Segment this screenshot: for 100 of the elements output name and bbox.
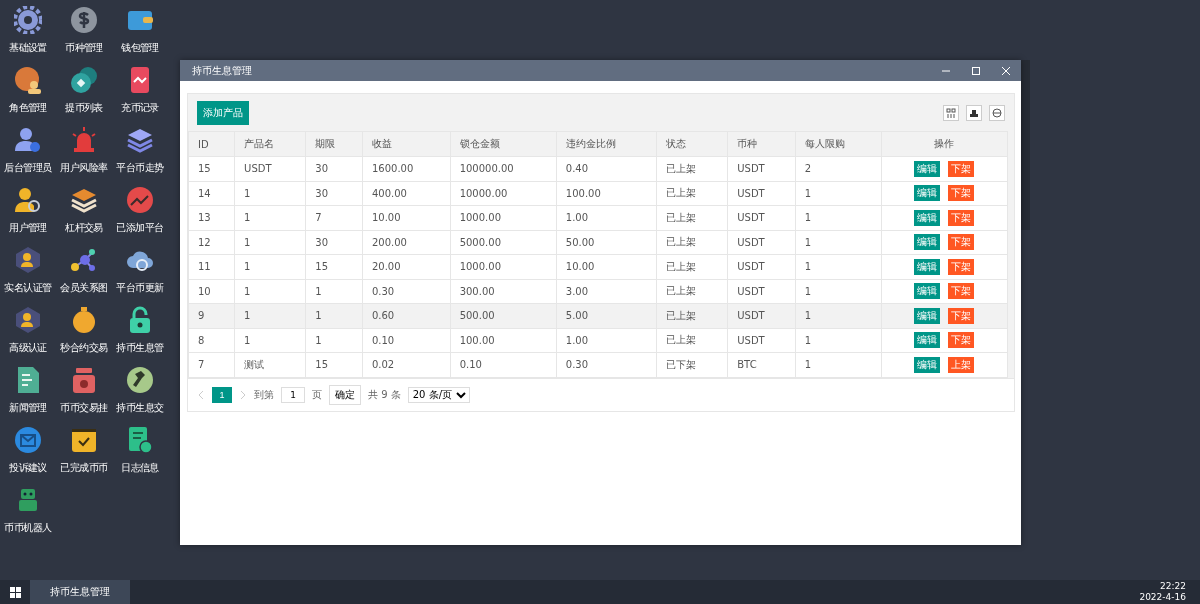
table-cell: 1.00	[556, 328, 657, 353]
table-cell: USDT	[727, 230, 796, 255]
table-cell: 0.10	[362, 328, 451, 353]
add-product-button[interactable]: 添加产品	[197, 101, 249, 125]
taskbar-button[interactable]: 持币生息管理	[30, 580, 130, 604]
icon-label[interactable]: 币币机器人	[4, 521, 52, 535]
column-header: 收益	[362, 131, 451, 157]
icon-label[interactable]: 实名认证管	[4, 281, 52, 295]
goto-label: 到第	[254, 387, 274, 402]
table-cell: 15	[305, 352, 363, 377]
icon-label[interactable]: 已添加平台	[116, 221, 164, 235]
user-search-icon[interactable]	[14, 186, 42, 214]
trend-icon[interactable]	[126, 186, 154, 214]
export-button[interactable]	[966, 105, 982, 121]
icon-label[interactable]: 秒合约交易	[60, 341, 108, 355]
page-button[interactable]: 1	[212, 386, 232, 403]
table-cell: 1600.00	[362, 156, 451, 181]
icon-label[interactable]: 新闻管理	[9, 401, 47, 415]
table-cell: 14	[188, 181, 235, 206]
icon-label[interactable]: 持币生息管	[116, 341, 164, 355]
icon-label[interactable]: 杠杆交易	[65, 221, 103, 235]
icon-label[interactable]: 持币生息交	[116, 401, 164, 415]
stopwatch-icon[interactable]	[70, 306, 98, 334]
edit-button[interactable]: 编辑	[914, 307, 941, 324]
table-cell: 100.00	[556, 181, 657, 206]
table-cell: 0.10	[450, 352, 557, 377]
page-input[interactable]: 1	[281, 386, 305, 403]
edit-button[interactable]: 编辑	[914, 160, 941, 177]
table-cell: 1	[795, 352, 881, 377]
table-cell: 1	[234, 230, 306, 255]
icon-label[interactable]: 币币交易挂	[60, 401, 108, 415]
table-cell: 已下架	[656, 352, 728, 377]
edit-button[interactable]: 编辑	[914, 356, 941, 373]
total-count: 共 9 条	[368, 387, 401, 402]
icon-label[interactable]: 高级认证	[9, 341, 47, 355]
table-cell: 10	[188, 279, 235, 304]
table-cell: 1	[795, 303, 881, 328]
checkmark-card-icon[interactable]	[70, 426, 98, 454]
icon-label[interactable]: 已完成币币	[60, 461, 108, 475]
icon-label[interactable]: 会员关系图	[60, 281, 108, 295]
people-icon[interactable]	[14, 66, 42, 94]
table-cell: 1	[795, 230, 881, 255]
table-cell: 30	[305, 156, 363, 181]
edit-button[interactable]: 编辑	[914, 209, 941, 226]
columns-button[interactable]	[943, 105, 959, 121]
icon-label[interactable]: 钱包管理	[121, 41, 159, 55]
edit-button[interactable]: 编辑	[914, 234, 941, 251]
table-cell: 7	[188, 352, 235, 377]
column-header: 操作	[881, 131, 1008, 157]
icon-label[interactable]: 提币列表	[65, 101, 103, 115]
table-cell: BTC	[727, 352, 796, 377]
icon-label[interactable]: 平台币走势	[116, 161, 164, 175]
mail-icon[interactable]	[14, 426, 42, 454]
stack-icon[interactable]	[70, 186, 98, 214]
icon-label[interactable]: 后台管理员	[4, 161, 52, 175]
icon-label[interactable]: 币种管理	[65, 41, 103, 55]
column-header: 期限	[305, 131, 363, 157]
verified-user-icon[interactable]	[14, 246, 42, 274]
coins-icon[interactable]	[70, 66, 98, 94]
alarm-icon[interactable]	[70, 126, 98, 154]
table-cell: 已上架	[656, 205, 728, 230]
edit-button[interactable]: 编辑	[914, 258, 941, 275]
table-cell: 2	[795, 156, 881, 181]
start-icon[interactable]	[9, 586, 21, 598]
edit-button[interactable]: 编辑	[914, 332, 941, 349]
icon-label[interactable]: 用户风险率	[60, 161, 108, 175]
icon-label[interactable]: 投诉建议	[9, 461, 47, 475]
table-cell: 3.00	[556, 279, 657, 304]
icon-label[interactable]: 充币记录	[121, 101, 159, 115]
edit-button[interactable]: 编辑	[914, 185, 941, 202]
table-cell: 1.00	[556, 205, 657, 230]
confirm-button[interactable]: 确定	[329, 384, 361, 405]
table-cell: 0.60	[362, 303, 451, 328]
icon-label[interactable]: 日志信息	[121, 461, 159, 475]
icon-label[interactable]: 用户管理	[9, 221, 47, 235]
clock-time: 22:22	[1160, 581, 1186, 592]
table-cell: 0.40	[556, 156, 657, 181]
table-cell: 30	[305, 230, 363, 255]
table-cell: 1000.00	[450, 205, 557, 230]
table-cell: 200.00	[362, 230, 451, 255]
edit-button[interactable]: 编辑	[914, 283, 941, 300]
print-button[interactable]	[989, 105, 1005, 121]
verified-user-icon[interactable]	[14, 306, 42, 334]
table-cell: 10.00	[362, 205, 451, 230]
column-header: 锁仓金额	[450, 131, 557, 157]
icon-label[interactable]: 基础设置	[9, 41, 47, 55]
page-size-select[interactable]: 20 条/页	[407, 386, 470, 403]
table-cell: 20.00	[362, 254, 451, 279]
icon-label[interactable]: 角色管理	[9, 101, 47, 115]
layers-icon[interactable]	[126, 126, 154, 154]
gear-icon[interactable]	[14, 6, 42, 34]
table-cell: 1	[795, 254, 881, 279]
table-cell: 12	[188, 230, 235, 255]
hammer-icon[interactable]	[126, 366, 154, 394]
user-gear-icon[interactable]	[14, 126, 42, 154]
table-cell: USDT	[234, 156, 306, 181]
network-icon[interactable]	[70, 246, 98, 274]
table-cell: USDT	[727, 156, 796, 181]
icon-label[interactable]: 平台币更新	[116, 281, 164, 295]
dollar-icon[interactable]	[70, 6, 98, 34]
